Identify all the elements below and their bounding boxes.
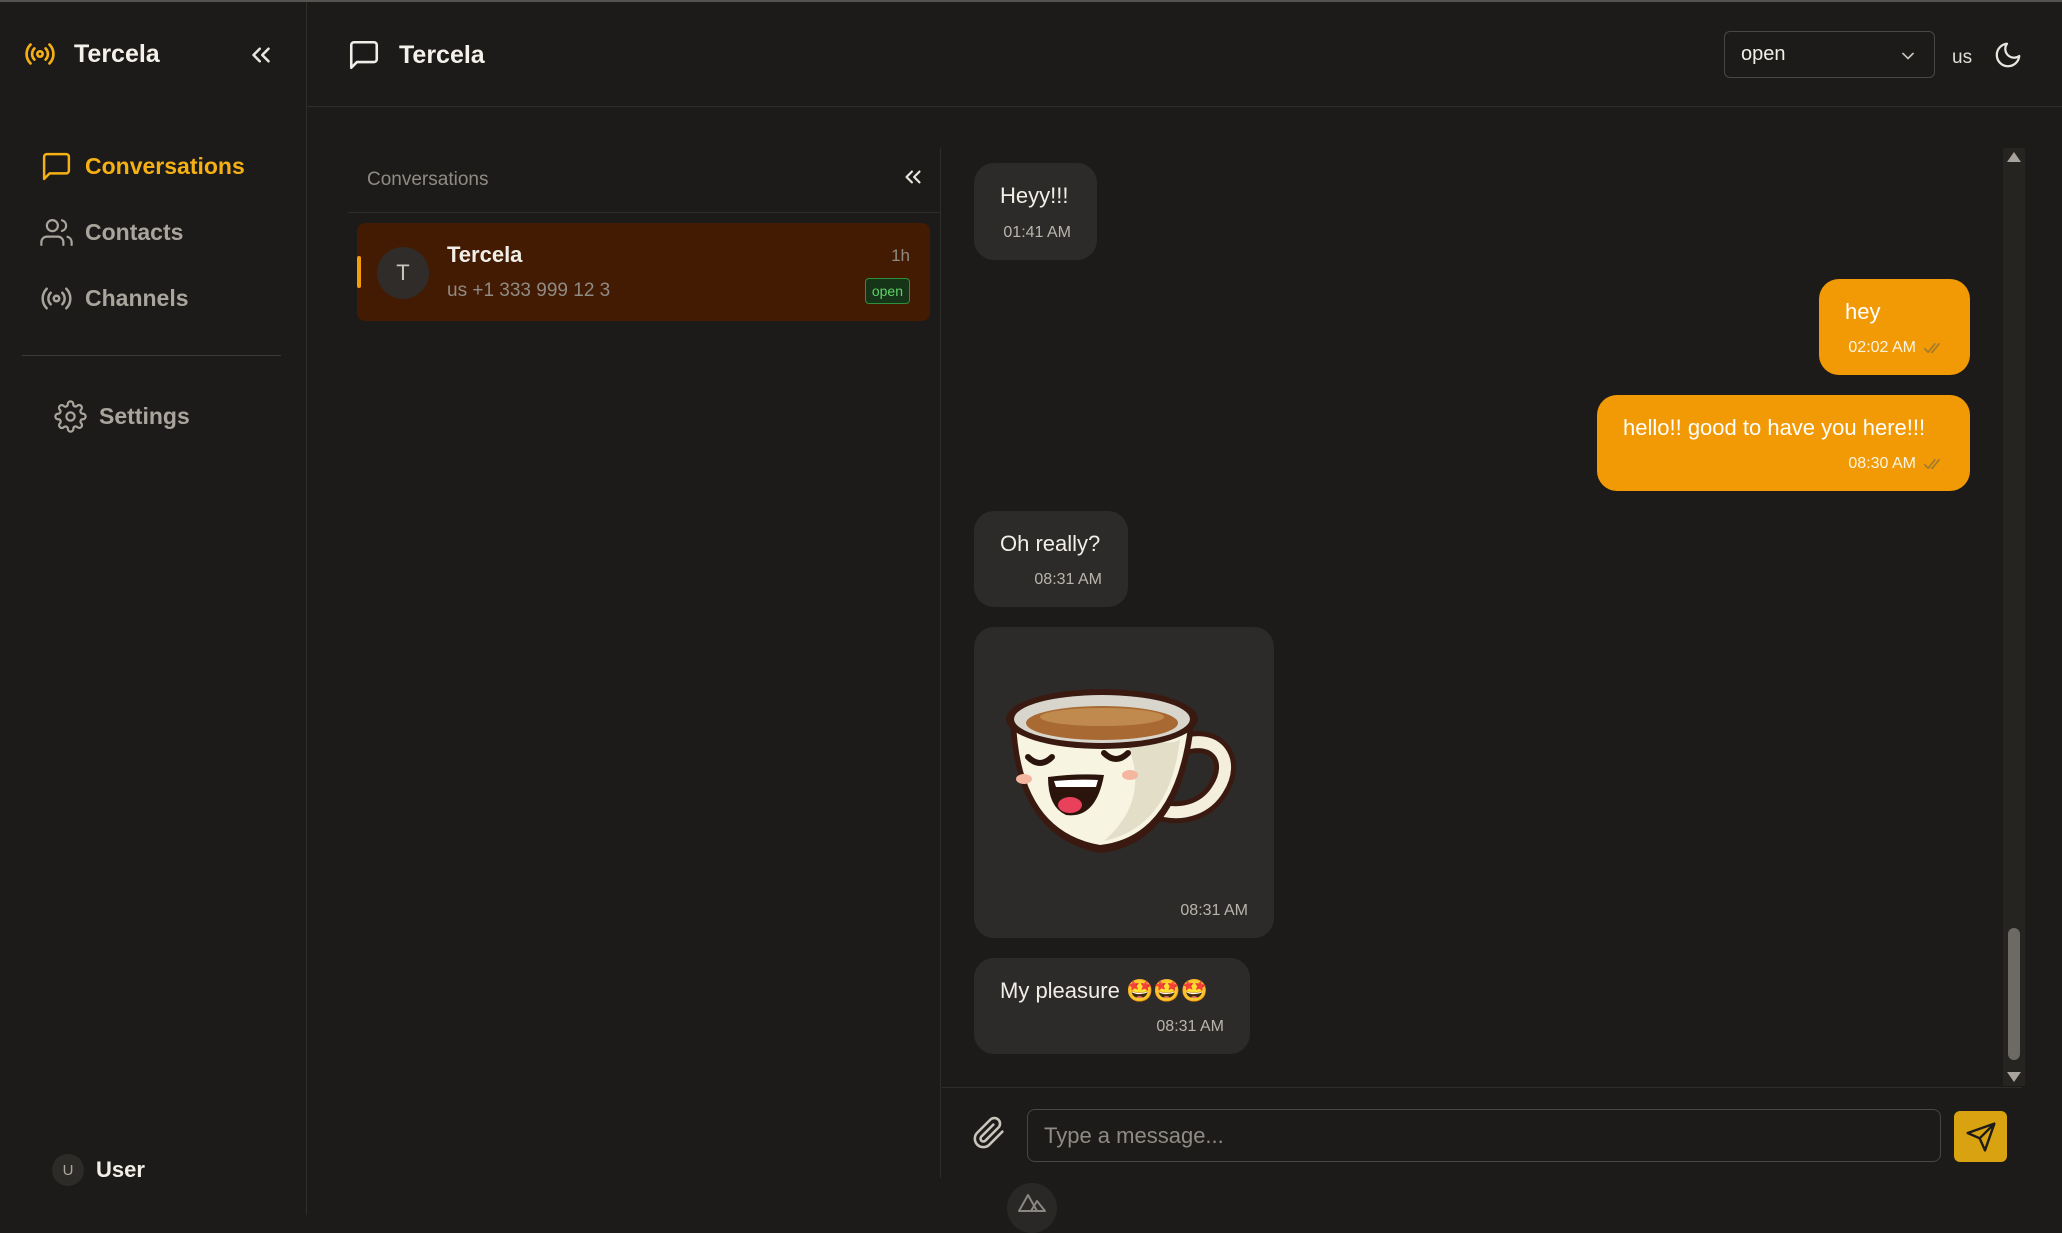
sidebar-item-conversations[interactable]: Conversations (40, 148, 245, 184)
message-square-icon (42, 152, 71, 180)
message-text: hello!! good to have you here!!! (1623, 415, 1926, 440)
conversations-panel-title: Conversations (367, 169, 489, 190)
conversation-item[interactable]: T Tercela us +1 333 999 12 3 1h open (357, 223, 930, 321)
header: Tercela open us (307, 2, 2062, 107)
conversation-name: Tercela (447, 242, 523, 267)
message-bubble: Oh really? 08:31 AM (974, 511, 1128, 607)
status-select[interactable]: open (1724, 31, 1935, 78)
sidebar-item-settings[interactable]: Settings (54, 398, 190, 434)
message-bubble: hello!! good to have you here!!! 08:30 A… (1597, 395, 1970, 491)
sidebar-item-label: Contacts (85, 218, 184, 245)
message-text: hey (1845, 299, 1881, 324)
chat-scrollbar[interactable] (2003, 148, 2025, 1086)
message-time: 01:41 AM (1003, 224, 1071, 242)
message-time-text: 08:30 AM (1848, 455, 1916, 472)
message-time: 08:31 AM (1034, 571, 1102, 589)
message-input[interactable] (1027, 1109, 1941, 1162)
brand: Tercela (24, 38, 160, 70)
moon-icon[interactable] (1993, 40, 2023, 70)
double-check-icon (1924, 343, 1940, 353)
page-title-text: Tercela (399, 40, 485, 69)
message-text: Oh really? (1000, 531, 1101, 556)
double-check-icon (1924, 459, 1940, 469)
gear-icon (54, 399, 87, 433)
message-time-text: 08:31 AM (1180, 902, 1248, 919)
page-title: Tercela (347, 38, 485, 72)
message-time-text: 02:02 AM (1848, 339, 1916, 356)
main-nav: Conversations Contacts Channels (40, 148, 245, 346)
message-time: 08:30 AM (1848, 455, 1944, 473)
locale-switch[interactable]: us (1952, 47, 1972, 69)
scrollbar-thumb[interactable] (2008, 928, 2020, 1060)
message-bubble: hey 02:02 AM (1819, 279, 1970, 375)
message-thread: Heyy!!! 01:41 AM hey 02:02 AM hello!! go… (942, 148, 2022, 1088)
message-text: My pleasure 🤩🤩🤩 (1000, 978, 1209, 1003)
message-time: 08:31 AM (1156, 1018, 1224, 1036)
conversation-subtitle: us +1 333 999 12 3 (447, 280, 611, 301)
collapse-panel-icon[interactable] (900, 164, 926, 190)
message-bubble: Heyy!!! 01:41 AM (974, 163, 1097, 260)
chevron-down-icon (1902, 52, 1914, 60)
conversations-panel: Conversations T Tercela us +1 333 999 12… (348, 148, 941, 1178)
sidebar-item-contacts[interactable]: Contacts (40, 214, 245, 250)
message-text: Heyy!!! (1000, 183, 1069, 208)
radio-broadcast-icon (25, 43, 55, 65)
sidebar: Tercela Conversations Contacts Channels (0, 2, 307, 1215)
user-name: User (96, 1157, 145, 1182)
sidebar-item-label: Channels (85, 284, 189, 311)
user-menu[interactable]: U User (52, 1154, 145, 1186)
scroll-up-arrow-icon[interactable] (2007, 152, 2021, 162)
scroll-down-arrow-icon[interactable] (2007, 1072, 2021, 1082)
radio-icon (41, 287, 72, 309)
message-time-text: 08:31 AM (1034, 571, 1102, 588)
conversations-panel-header: Conversations (348, 148, 941, 213)
message-composer (942, 1087, 2022, 1181)
sidebar-item-channels[interactable]: Channels (40, 280, 245, 316)
status-select-value: open (1741, 43, 1786, 65)
message-time: 02:02 AM (1848, 339, 1944, 357)
message-bubble: My pleasure 🤩🤩🤩 08:31 AM (974, 958, 1250, 1054)
message-time-text: 01:41 AM (1003, 224, 1071, 241)
sticker-message: 08:31 AM (974, 627, 1274, 938)
laughing-coffee-cup-sticker (1006, 689, 1237, 853)
sidebar-item-label: Settings (99, 402, 190, 429)
sidebar-divider (22, 355, 281, 356)
send-icon (1965, 1121, 1996, 1152)
nuxt-logo-icon (1018, 1194, 1046, 1212)
status-badge: open (864, 278, 910, 304)
message-time: 08:31 AM (1180, 902, 1248, 920)
conversation-time: 1h (891, 246, 910, 265)
brand-name: Tercela (74, 39, 160, 68)
send-button[interactable] (1954, 1111, 2007, 1162)
message-square-icon (349, 40, 379, 70)
devtools-toggle[interactable] (1007, 1183, 1057, 1233)
message-time-text: 08:31 AM (1156, 1018, 1224, 1035)
avatar: T (377, 247, 429, 299)
paperclip-icon[interactable] (972, 1116, 1006, 1150)
sidebar-item-label: Conversations (85, 152, 245, 179)
avatar: U (52, 1154, 84, 1186)
collapse-sidebar-icon[interactable] (246, 40, 276, 70)
users-icon (40, 218, 73, 246)
